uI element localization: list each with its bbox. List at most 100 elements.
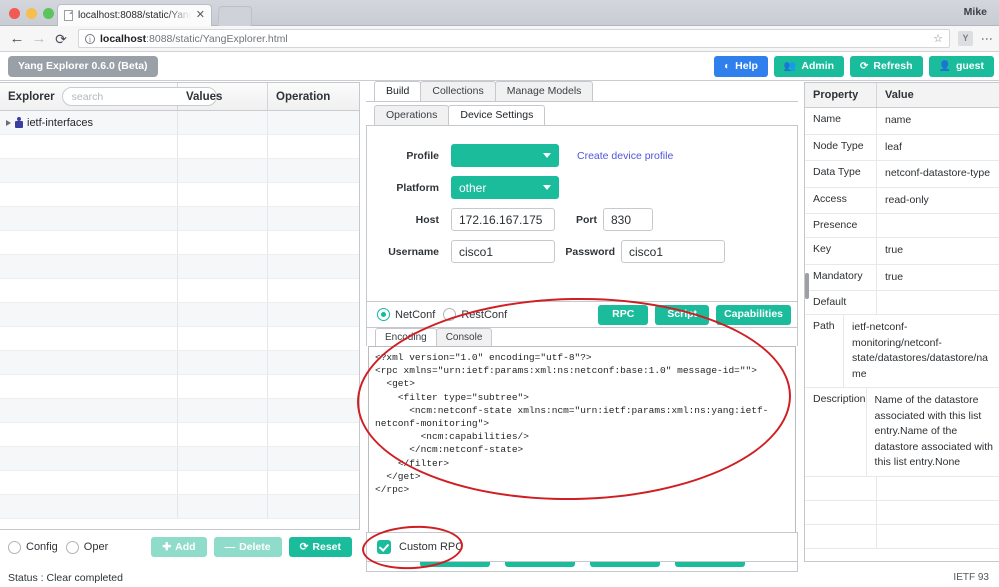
maximize-window-button[interactable]: [43, 8, 54, 19]
tree-node-operation-cell[interactable]: [268, 111, 358, 134]
tab-operations[interactable]: Operations: [374, 105, 450, 125]
rpc-button[interactable]: RPC: [598, 304, 649, 325]
browser-profile-name[interactable]: Mike: [964, 6, 987, 18]
explorer-empty-cell[interactable]: [0, 255, 178, 278]
host-input[interactable]: [451, 208, 555, 231]
explorer-empty-cell[interactable]: [0, 231, 178, 254]
explorer-empty-cell[interactable]: [0, 183, 178, 206]
delete-button[interactable]: — Delete: [213, 537, 282, 557]
explorer-empty-cell[interactable]: [268, 231, 358, 254]
tab-device-settings[interactable]: Device Settings: [448, 105, 546, 125]
tree-node-cell[interactable]: ietf-interfaces: [0, 111, 178, 134]
refresh-button[interactable]: ⟳ Refresh: [850, 56, 923, 77]
explorer-empty-cell[interactable]: [178, 471, 268, 494]
explorer-empty-cell[interactable]: [268, 183, 358, 206]
explorer-empty-cell[interactable]: [268, 471, 358, 494]
minimize-window-button[interactable]: [26, 8, 37, 19]
oper-radio-button[interactable]: [65, 540, 79, 554]
explorer-empty-cell[interactable]: [268, 375, 358, 398]
explorer-empty-row[interactable]: [0, 279, 359, 303]
explorer-empty-row[interactable]: [0, 471, 359, 495]
explorer-empty-row[interactable]: [0, 327, 359, 351]
custom-rpc-checkbox[interactable]: [377, 540, 391, 554]
restconf-radio[interactable]: RestConf: [443, 308, 507, 321]
explorer-empty-cell[interactable]: [178, 279, 268, 302]
forward-icon[interactable]: →: [28, 31, 50, 46]
extension-icon[interactable]: Y: [958, 31, 973, 46]
explorer-empty-cell[interactable]: [178, 303, 268, 326]
explorer-empty-cell[interactable]: [0, 447, 178, 470]
url-input[interactable]: i localhost:8088/static/YangExplorer.htm…: [78, 29, 950, 48]
explorer-empty-cell[interactable]: [0, 399, 178, 422]
tab-console[interactable]: Console: [435, 328, 493, 346]
explorer-empty-cell[interactable]: [178, 447, 268, 470]
explorer-empty-row[interactable]: [0, 447, 359, 471]
capabilities-button[interactable]: Capabilities: [716, 304, 791, 325]
explorer-empty-cell[interactable]: [178, 231, 268, 254]
explorer-empty-cell[interactable]: [268, 399, 358, 422]
tree-node-values-cell[interactable]: [178, 111, 268, 134]
script-button[interactable]: Script: [655, 304, 710, 325]
explorer-empty-cell[interactable]: [178, 495, 268, 518]
explorer-empty-cell[interactable]: [0, 303, 178, 326]
config-radio[interactable]: Config: [8, 540, 58, 554]
browser-tab[interactable]: localhost:8088/static/YangExp ✕: [57, 4, 212, 26]
explorer-empty-cell[interactable]: [0, 159, 178, 182]
explorer-empty-cell[interactable]: [268, 279, 358, 302]
platform-select[interactable]: other: [451, 176, 559, 199]
explorer-empty-cell[interactable]: [0, 495, 178, 518]
explorer-empty-cell[interactable]: [268, 255, 358, 278]
explorer-empty-cell[interactable]: [178, 159, 268, 182]
explorer-empty-row[interactable]: [0, 207, 359, 231]
explorer-empty-cell[interactable]: [178, 327, 268, 350]
explorer-empty-cell[interactable]: [0, 135, 178, 158]
explorer-empty-cell[interactable]: [178, 207, 268, 230]
explorer-empty-cell[interactable]: [268, 159, 358, 182]
explorer-empty-cell[interactable]: [0, 375, 178, 398]
xml-editor[interactable]: <?xml version="1.0" encoding="utf-8"?> <…: [368, 346, 796, 542]
explorer-empty-row[interactable]: [0, 255, 359, 279]
explorer-empty-cell[interactable]: [178, 135, 268, 158]
netconf-radio-button[interactable]: [377, 308, 390, 321]
explorer-empty-cell[interactable]: [0, 423, 178, 446]
explorer-empty-cell[interactable]: [0, 471, 178, 494]
user-button[interactable]: 👤 guest: [928, 56, 994, 77]
oper-radio[interactable]: Oper: [65, 540, 108, 554]
explorer-empty-row[interactable]: [0, 375, 359, 399]
explorer-empty-row[interactable]: [0, 351, 359, 375]
reload-icon[interactable]: ⟳: [50, 32, 72, 46]
username-input[interactable]: [451, 240, 555, 263]
tab-encoding[interactable]: Encoding: [375, 328, 437, 346]
browser-menu-icon[interactable]: ⋮: [979, 33, 994, 45]
close-window-button[interactable]: [9, 8, 20, 19]
explorer-empty-row[interactable]: [0, 135, 359, 159]
profile-select[interactable]: [451, 144, 559, 167]
restconf-radio-button[interactable]: [443, 308, 457, 321]
explorer-empty-row[interactable]: [0, 303, 359, 327]
chevron-right-icon[interactable]: [6, 119, 11, 126]
explorer-empty-cell[interactable]: [0, 279, 178, 302]
explorer-empty-cell[interactable]: [178, 255, 268, 278]
explorer-empty-row[interactable]: [0, 495, 359, 519]
help-button[interactable]: ◐ Help: [714, 56, 768, 77]
explorer-empty-cell[interactable]: [268, 423, 358, 446]
netconf-radio[interactable]: NetConf: [377, 308, 435, 321]
close-tab-icon[interactable]: ✕: [196, 10, 205, 21]
explorer-empty-cell[interactable]: [268, 447, 358, 470]
back-icon[interactable]: ←: [6, 31, 28, 46]
explorer-empty-cell[interactable]: [178, 183, 268, 206]
explorer-tree-body[interactable]: ietf-interfaces: [0, 111, 359, 530]
explorer-empty-cell[interactable]: [0, 351, 178, 374]
explorer-empty-row[interactable]: [0, 399, 359, 423]
new-tab-button[interactable]: [217, 6, 253, 26]
admin-button[interactable]: 👥 Admin: [773, 56, 845, 77]
bookmark-star-icon[interactable]: ☆: [933, 32, 943, 45]
tab-build[interactable]: Build: [374, 81, 422, 101]
explorer-empty-cell[interactable]: [268, 135, 358, 158]
explorer-empty-cell[interactable]: [178, 423, 268, 446]
reset-button[interactable]: ⟳ Reset: [288, 537, 352, 557]
explorer-empty-cell[interactable]: [178, 351, 268, 374]
tab-collections[interactable]: Collections: [420, 81, 496, 101]
explorer-empty-row[interactable]: [0, 159, 359, 183]
explorer-empty-cell[interactable]: [268, 351, 358, 374]
